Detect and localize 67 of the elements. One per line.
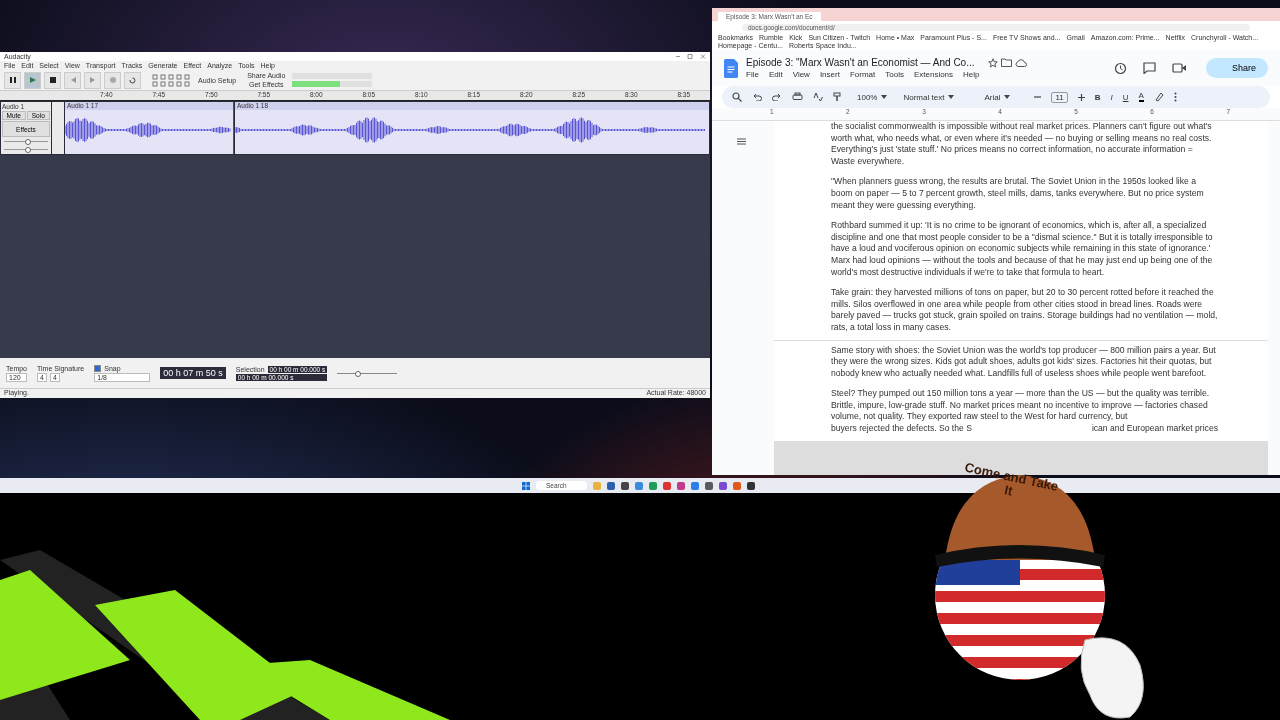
menu-item[interactable]: Tools [885,70,904,79]
font-size-field[interactable]: 11 [1051,91,1068,103]
spellcheck-icon[interactable] [813,92,823,102]
skip-end-icon [89,77,96,83]
text-style-dropdown[interactable]: Normal text [903,92,945,102]
font-dropdown[interactable]: Arial [984,92,1001,102]
pause-button[interactable] [4,71,21,89]
loop-icon [129,76,136,84]
time-display: 00 h 07 m 50 s [160,367,226,379]
slider-thumb[interactable] [25,139,32,145]
menu-item[interactable]: Edit [768,70,783,79]
comment-icon[interactable] [1142,62,1156,74]
document-title[interactable]: Episode 3: "Marx Wasn't an Economist — And Co... [746,57,975,68]
record-icon [109,77,116,83]
italic-button[interactable]: I [1110,92,1113,102]
text-color-button[interactable]: A [1138,92,1144,102]
search-icon[interactable] [732,92,742,102]
zoom-dropdown[interactable]: 100% [857,92,878,102]
share-button[interactable]: Share [1205,58,1268,78]
paragraph: the socialist commonwealth is impossible without real market prices. Planners can't figure out what's worth what, who needs what, or even where it's needed — no buying or selling means no real costs. Everything's just 'state stuff.' No prices means no correct information, no accurate information = Waste everywhere. [831,121,1213,168]
paragraph: Rothbard summed it up: 'It is no crime to be ignorant of economics, which is, after all, a specialized discipline and one that most people consider to be a "dismal science." But it is totally irresponsible to have a loud and vociferous opinion on economic subjects while remaining in this state of ignorance.' Marx had loud opinions — without the tools and because of that he may just end up being one of the world's most destructive individuals if we're to take that formula to heart. [831,220,1214,279]
undo-icon[interactable] [752,93,762,101]
pause-icon [9,77,16,83]
menu-item[interactable]: Insert [819,70,840,79]
meter-level [292,81,341,87]
loop-button[interactable] [124,71,141,89]
cloud-icon[interactable] [1014,58,1027,67]
redo-icon[interactable] [772,93,782,101]
text-fragment: ican and European market prices [1091,423,1218,435]
menu-item[interactable]: Format [849,70,876,79]
stop-button[interactable] [44,71,61,89]
history-icon[interactable] [1113,61,1127,75]
folder-icon[interactable] [1000,58,1012,67]
paragraph: "When planners guess wrong, the results are brutal. The Soviet Union in the 1950s looked like a boom on paper — 5 to 7 percent growth, steel mills, dams, tanks everywhere. But no price system meant they were guessing everything. [831,176,1205,212]
caret-icon[interactable] [1004,95,1011,99]
window-controls-icon[interactable] [676,54,706,59]
underline-button[interactable]: U [1122,92,1129,102]
plus-icon[interactable] [1077,93,1085,101]
text-fragment: buyers rejected the defects. So the S [831,423,972,435]
paragraph: Same story with shoes: the Soviet Union was the world's top producer — 800 million pairs a year. But they were the wrong sizes. Kids got adult shoes, adults got kids' sizes. Factories hit their quotas, but nobody knew who actually needed what. Landfills full of useless shoes while people went barefoot. [831,344,1217,380]
highlighter-icon[interactable] [1153,92,1164,102]
bold-button[interactable]: B [1094,92,1101,102]
menu-item[interactable]: Extensions [913,70,954,79]
print-icon[interactable] [792,92,803,102]
skip-start-button[interactable] [64,71,81,89]
docs-logo-icon[interactable] [724,58,738,78]
windows-start-icon[interactable] [522,481,530,490]
play-button[interactable] [24,71,41,89]
paint-format-icon[interactable] [833,92,841,102]
skip-start-icon [69,77,76,83]
star-icon[interactable] [987,57,998,68]
minus-icon[interactable] [1034,96,1042,98]
slider-thumb[interactable] [355,370,362,377]
menu-item[interactable]: File [746,70,759,79]
skip-end-button[interactable] [84,71,101,89]
outline-icon[interactable] [737,138,746,145]
slider-thumb[interactable] [25,147,32,153]
play-icon [29,77,36,83]
stop-icon [49,77,56,83]
cap-text: Come and Take It [962,459,1061,501]
menu-item[interactable]: View [792,70,810,79]
menu-item[interactable]: Help [963,70,980,79]
more-options-icon[interactable] [1173,92,1177,102]
caret-icon[interactable] [948,95,955,99]
paragraph: Take grain: they harvested millions of tons on paper, but 20 to 30 percent rotted before it reached the mills. Silos overflowed in one area while people from other cities stood in bread lines. Roads were barely paved — trucks got stuck, grain spoiled on trains. Storage buildings had no ventilation — mold, rats, a total loss in many cases. [831,287,1218,334]
caret-icon[interactable] [881,95,888,99]
snap-checkbox[interactable] [94,364,102,372]
